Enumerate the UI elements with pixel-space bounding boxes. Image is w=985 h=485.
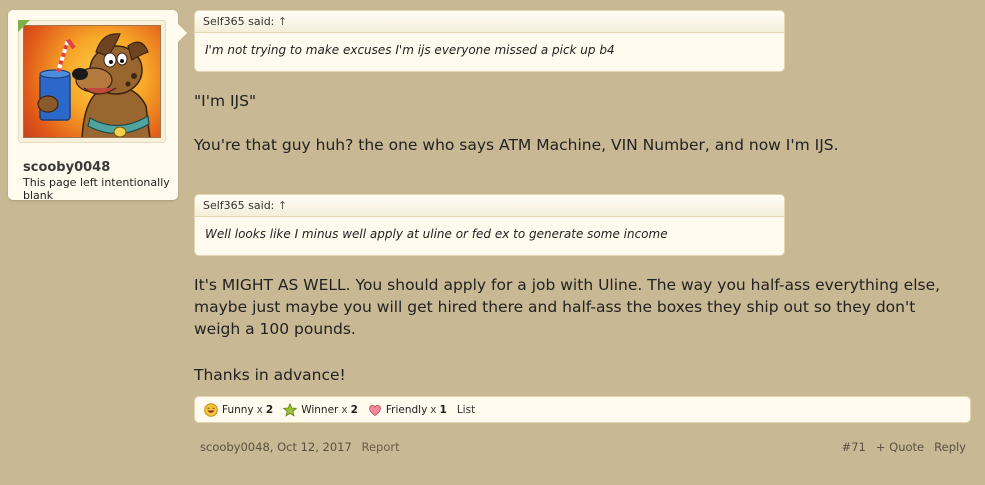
reply-button[interactable]: Reply — [934, 440, 966, 454]
message-paragraph: Thanks in advance! — [194, 366, 346, 384]
winner-star-icon — [283, 402, 298, 417]
quote-author[interactable]: Self365 said: — [203, 199, 274, 212]
quote-text: I'm not trying to make excuses I'm ijs e… — [205, 43, 615, 57]
rating-funny[interactable]: Funny x 2 — [204, 402, 274, 417]
quote-block: Self365 said: ↑ I'm not trying to make e… — [194, 10, 785, 72]
jump-to-quote-icon[interactable]: ↑ — [278, 199, 287, 212]
rating-count: 1 — [439, 403, 447, 416]
rating-label: Winner — [301, 403, 339, 416]
message-paragraph: It's MIGHT AS WELL. You should apply for… — [194, 276, 941, 338]
report-link[interactable]: Report — [361, 440, 399, 454]
quote-author[interactable]: Self365 said: — [203, 15, 274, 28]
rating-count: 2 — [265, 403, 274, 416]
user-card-pointer — [178, 24, 187, 42]
rating-count: 2 — [350, 403, 358, 416]
rating-multiplier: x — [256, 403, 263, 416]
rating-label: Friendly — [385, 403, 428, 416]
rating-multiplier: x — [341, 403, 348, 416]
rating-label: Funny — [222, 403, 254, 416]
post-actions: #71 + Quote Reply — [842, 440, 966, 454]
scooby-doo-drawing — [37, 33, 151, 137]
user-title: This page left intentionally blank — [23, 176, 170, 202]
ratings-bar: Funny x 2 Winner x 2 Friendly x 1 List — [194, 396, 971, 423]
rating-winner[interactable]: Winner x 2 — [283, 402, 358, 417]
user-card: scooby0048 This page left intentionally … — [8, 10, 187, 202]
quote-block: Self365 said: ↑ Well looks like I minus … — [194, 194, 785, 256]
quote-button[interactable]: + Quote — [876, 440, 924, 454]
ratings-list-link[interactable]: List — [457, 404, 475, 416]
post-author-date[interactable]: scooby0048, Oct 12, 2017 — [200, 440, 352, 454]
rating-multiplier: x — [430, 403, 437, 416]
jump-to-quote-icon[interactable]: ↑ — [278, 15, 287, 28]
quote-attribution: Self365 said: ↑ — [195, 11, 784, 33]
online-indicator-icon — [18, 20, 30, 32]
scooby-doo-avatar-image — [23, 25, 161, 138]
post-meta: scooby0048, Oct 12, 2017 Report — [200, 440, 400, 454]
message-paragraph: "I'm IJS" — [194, 92, 257, 110]
quote-attribution: Self365 said: ↑ — [195, 195, 784, 217]
quote-text: Well looks like I minus well apply at ul… — [205, 227, 668, 241]
heart-icon — [369, 404, 381, 416]
avatar[interactable] — [18, 20, 166, 143]
forum-post: scooby0048 This page left intentionally … — [0, 0, 985, 485]
rating-friendly[interactable]: Friendly x 1 — [368, 403, 447, 417]
laughing-face-icon — [204, 402, 218, 417]
username[interactable]: scooby0048 — [23, 160, 110, 175]
post-number-link[interactable]: #71 — [842, 440, 866, 454]
message-paragraph: You're that guy huh? the one who says AT… — [194, 136, 839, 154]
